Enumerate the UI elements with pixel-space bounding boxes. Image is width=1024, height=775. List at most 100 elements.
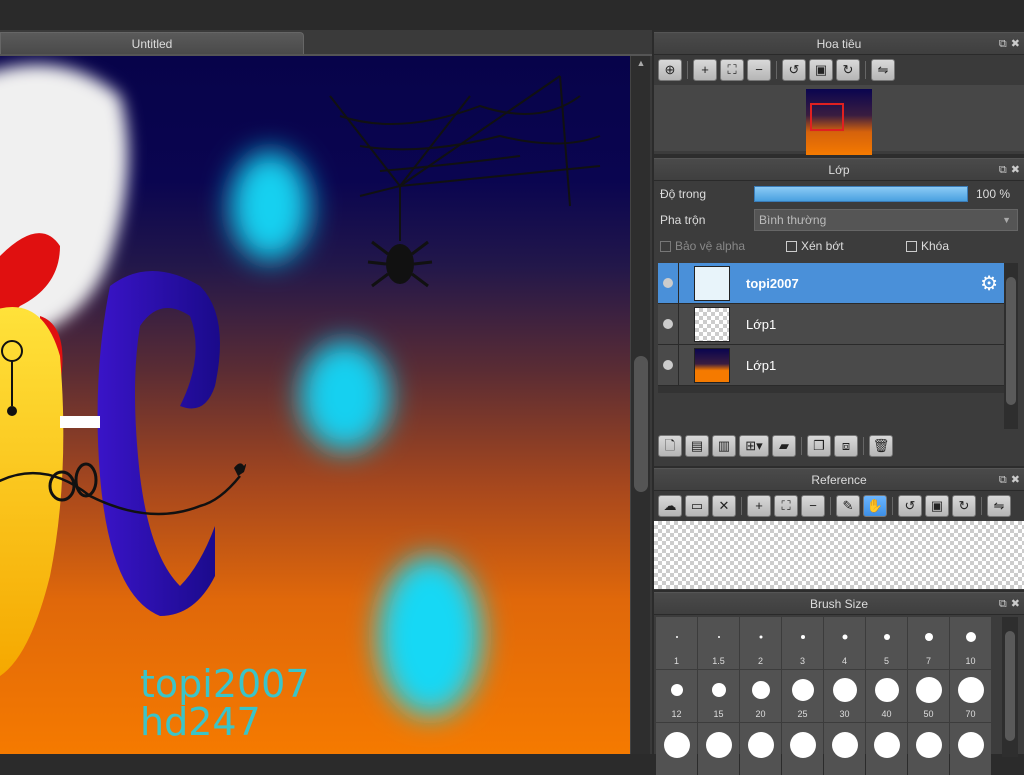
upload-icon[interactable]: ☁ [658, 495, 682, 517]
brush-dot-icon [789, 732, 816, 758]
lock-checkbox[interactable]: Khóa [906, 239, 949, 253]
layer-name: Lớp1 [746, 317, 777, 332]
float-icon[interactable]: ⧉ [999, 598, 1007, 610]
watermark-line2: hd247 [140, 700, 261, 744]
open-folder-icon[interactable]: ▭ [685, 495, 709, 517]
brush-size-cell[interactable]: 10 [950, 617, 991, 669]
close-reference-icon[interactable]: ✕ [712, 495, 736, 517]
float-icon[interactable]: ⧉ [999, 164, 1007, 176]
brush-size-cell[interactable]: 1.5 [698, 617, 739, 669]
add-layer-menu-icon[interactable]: ⊞▾ [739, 435, 769, 457]
protect-alpha-checkbox[interactable]: Bảo vệ alpha [660, 239, 745, 253]
brush-dot-icon [832, 678, 857, 702]
canvas-scrollbar[interactable]: ▲ [630, 56, 650, 754]
brush-size-cell[interactable]: 4 [824, 617, 865, 669]
new-raster-layer-icon[interactable]: ▤ [685, 435, 709, 457]
brush-size-cell[interactable]: 50 [908, 670, 949, 722]
blend-mode-value: Bình thường [759, 213, 827, 227]
brush-size-cell[interactable]: 20 [740, 670, 781, 722]
new-layer-icon[interactable]: 🗋 [658, 435, 682, 457]
brush-size-cell[interactable]: 25 [782, 670, 823, 722]
navigator-preview[interactable] [654, 85, 1024, 155]
brush-size-cell[interactable] [866, 723, 907, 775]
reset-rotation-icon[interactable]: ▣ [925, 495, 949, 517]
brush-size-cell[interactable]: 12 [656, 670, 697, 722]
reset-rotation-icon[interactable]: ▣ [809, 59, 833, 81]
duplicate-layer-icon[interactable]: ❐ [807, 435, 831, 457]
scroll-up-icon[interactable]: ▲ [635, 58, 647, 68]
layer-list: topi2007 ⚙ Lớp1 Lớp1 [658, 263, 1004, 393]
gear-icon[interactable]: ⚙ [980, 271, 998, 296]
rotate-left-icon[interactable]: ↺ [782, 59, 806, 81]
brush-size-cell[interactable]: 2 [740, 617, 781, 669]
drawing-canvas[interactable]: topi2007 hd247 [0, 56, 630, 754]
brush-size-cell[interactable] [782, 723, 823, 775]
zoom-in-icon[interactable]: + [693, 59, 717, 81]
artwork [0, 64, 601, 716]
zoom-fit-icon[interactable]: ⊕ [658, 59, 682, 81]
blend-mode-select[interactable]: Bình thường ▼ [754, 209, 1018, 231]
brush-size-label: 30 [839, 709, 850, 719]
document-tab[interactable]: Untitled [0, 32, 304, 54]
brush-size-label: 7 [925, 656, 931, 666]
float-icon[interactable]: ⧉ [999, 38, 1007, 50]
navigator-thumbnail[interactable] [806, 89, 872, 155]
brush-size-cell[interactable]: 30 [824, 670, 865, 722]
brush-dot-icon [717, 636, 720, 638]
visibility-icon[interactable] [663, 360, 673, 370]
new-halftone-layer-icon[interactable]: ▥ [712, 435, 736, 457]
visibility-icon[interactable] [663, 319, 673, 329]
brush-size-cell[interactable]: 15 [698, 670, 739, 722]
brush-size-cell[interactable] [656, 723, 697, 775]
visibility-icon[interactable] [663, 278, 673, 288]
rotate-left-icon[interactable]: ↺ [898, 495, 922, 517]
layer-item[interactable]: Lớp1 [658, 304, 1004, 345]
opacity-slider[interactable] [754, 186, 968, 202]
close-icon[interactable]: ✖ [1011, 164, 1020, 176]
layer-item[interactable]: topi2007 ⚙ [658, 263, 1004, 304]
reference-view[interactable] [654, 521, 1024, 589]
brush-size-cell[interactable]: 40 [866, 670, 907, 722]
layer-item[interactable]: Lớp1 [658, 345, 1004, 386]
flip-icon[interactable]: ⇋ [871, 59, 895, 81]
rotate-right-icon[interactable]: ↻ [836, 59, 860, 81]
layer-name: topi2007 [746, 276, 799, 291]
hand-icon[interactable]: ✋ [863, 495, 887, 517]
brush-size-label: 1.5 [712, 656, 725, 666]
brush-size-cell[interactable] [950, 723, 991, 775]
zoom-out-icon[interactable]: − [801, 495, 825, 517]
float-icon[interactable]: ⧉ [999, 474, 1007, 486]
brush-size-cell[interactable]: 1 [656, 617, 697, 669]
fit-screen-icon[interactable]: ⛶ [774, 495, 798, 517]
top-bar [0, 0, 1024, 30]
zoom-out-icon[interactable]: − [747, 59, 771, 81]
close-icon[interactable]: ✖ [1011, 474, 1020, 486]
merge-layer-icon[interactable]: ⧈ [834, 435, 858, 457]
close-icon[interactable]: ✖ [1011, 38, 1020, 50]
brush-size-cell[interactable] [698, 723, 739, 775]
new-folder-icon[interactable]: ▰ [772, 435, 796, 457]
zoom-in-icon[interactable]: + [747, 495, 771, 517]
brush-size-cell[interactable] [824, 723, 865, 775]
brush-size-label: 15 [713, 709, 724, 719]
brush-size-cell[interactable]: 5 [866, 617, 907, 669]
brush-size-cell[interactable]: 7 [908, 617, 949, 669]
fit-screen-icon[interactable]: ⛶ [720, 59, 744, 81]
brush-scrollbar[interactable] [1002, 617, 1018, 757]
flip-icon[interactable]: ⇋ [987, 495, 1011, 517]
view-frame[interactable] [810, 103, 844, 131]
chevron-down-icon: ▼ [1002, 215, 1011, 225]
brush-size-cell[interactable]: 3 [782, 617, 823, 669]
layer-scrollbar[interactable] [1004, 263, 1018, 429]
trash-icon[interactable]: 🗑 [869, 435, 893, 457]
brush-size-cell[interactable] [908, 723, 949, 775]
clipping-checkbox[interactable]: Xén bớt [786, 239, 844, 253]
rotate-right-icon[interactable]: ↻ [952, 495, 976, 517]
layers-title: Lớp [828, 163, 850, 177]
close-icon[interactable]: ✖ [1011, 598, 1020, 610]
scroll-thumb[interactable] [634, 356, 648, 492]
brush-size-cell[interactable]: 70 [950, 670, 991, 722]
eyedropper-icon[interactable]: ✎ [836, 495, 860, 517]
brush-size-label: 10 [965, 656, 976, 666]
brush-size-cell[interactable] [740, 723, 781, 775]
